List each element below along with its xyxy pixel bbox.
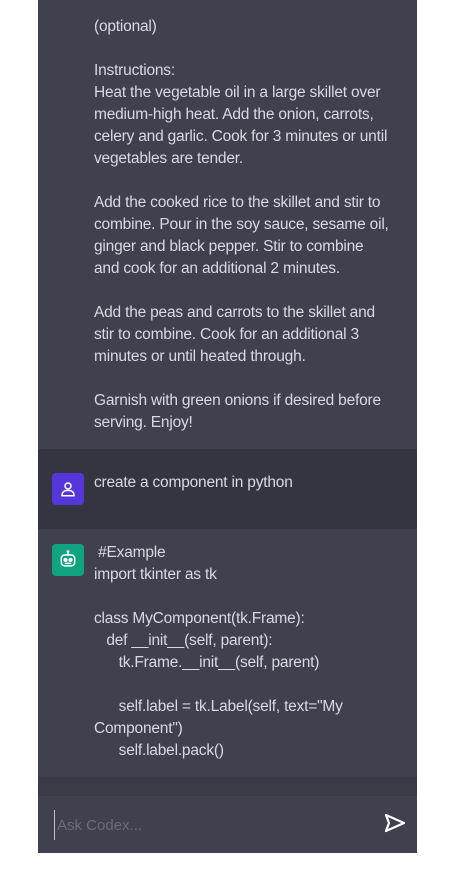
send-button[interactable] [381, 809, 409, 837]
user-avatar [52, 473, 84, 505]
send-icon [384, 813, 406, 833]
message-text: (optional) Instructions: Heat the vegeta… [94, 18, 389, 431]
bot-message-code: #Example import tkinter as tk class MyCo… [38, 529, 417, 777]
chat-window: (optional) Instructions: Heat the vegeta… [38, 0, 417, 853]
robot-icon [60, 550, 76, 567]
chat-input[interactable] [54, 810, 359, 840]
user-icon [61, 482, 75, 497]
message-text: create a component in python [94, 474, 293, 491]
user-message: create a component in python [38, 449, 417, 529]
divider [38, 777, 417, 796]
message-text: #Example import tkinter as tk class MyCo… [94, 544, 343, 759]
bot-message-recipe: (optional) Instructions: Heat the vegeta… [38, 0, 417, 449]
bot-avatar [52, 544, 84, 576]
input-bar [38, 796, 417, 853]
